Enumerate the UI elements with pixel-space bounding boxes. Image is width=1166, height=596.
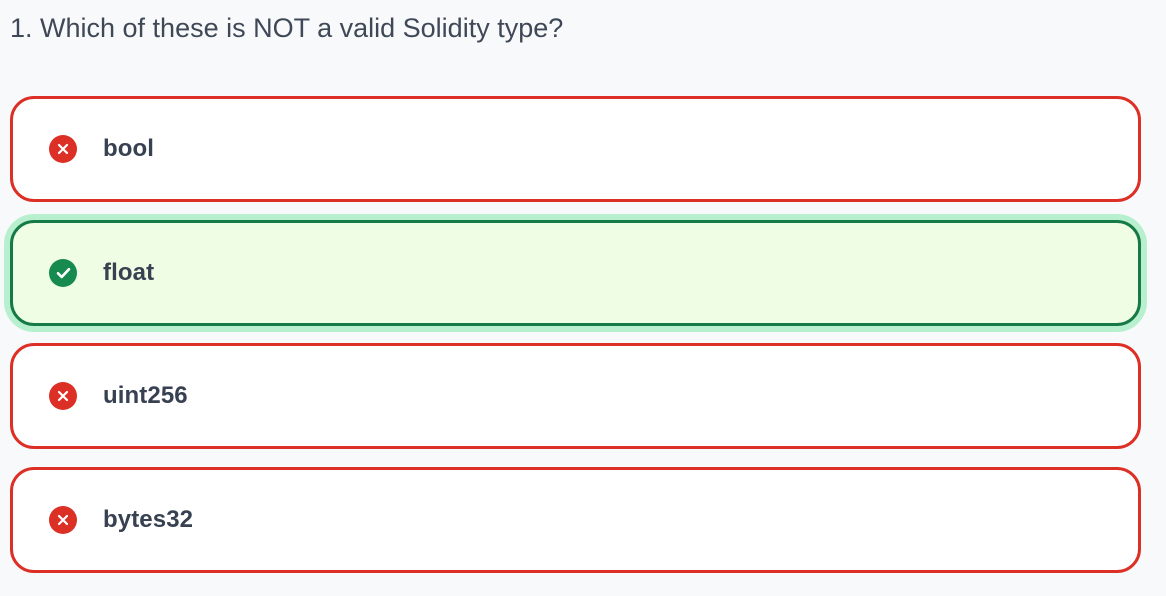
check-circle-icon [49,259,77,287]
answer-label: float [103,259,155,286]
x-circle-icon [49,135,77,163]
answer-label: bytes32 [103,506,194,533]
answer-option-bytes32[interactable]: bytes32 [10,467,1141,573]
question-text: 1. Which of these is NOT a valid Solidit… [10,13,564,43]
answer-label: uint256 [103,382,188,409]
x-circle-icon [49,506,77,534]
answer-label: bool [103,135,155,162]
answer-option-uint256[interactable]: uint256 [10,343,1141,449]
answer-option-bool[interactable]: bool [10,96,1141,202]
answer-option-float[interactable]: float [10,220,1141,326]
x-circle-icon [49,382,77,410]
